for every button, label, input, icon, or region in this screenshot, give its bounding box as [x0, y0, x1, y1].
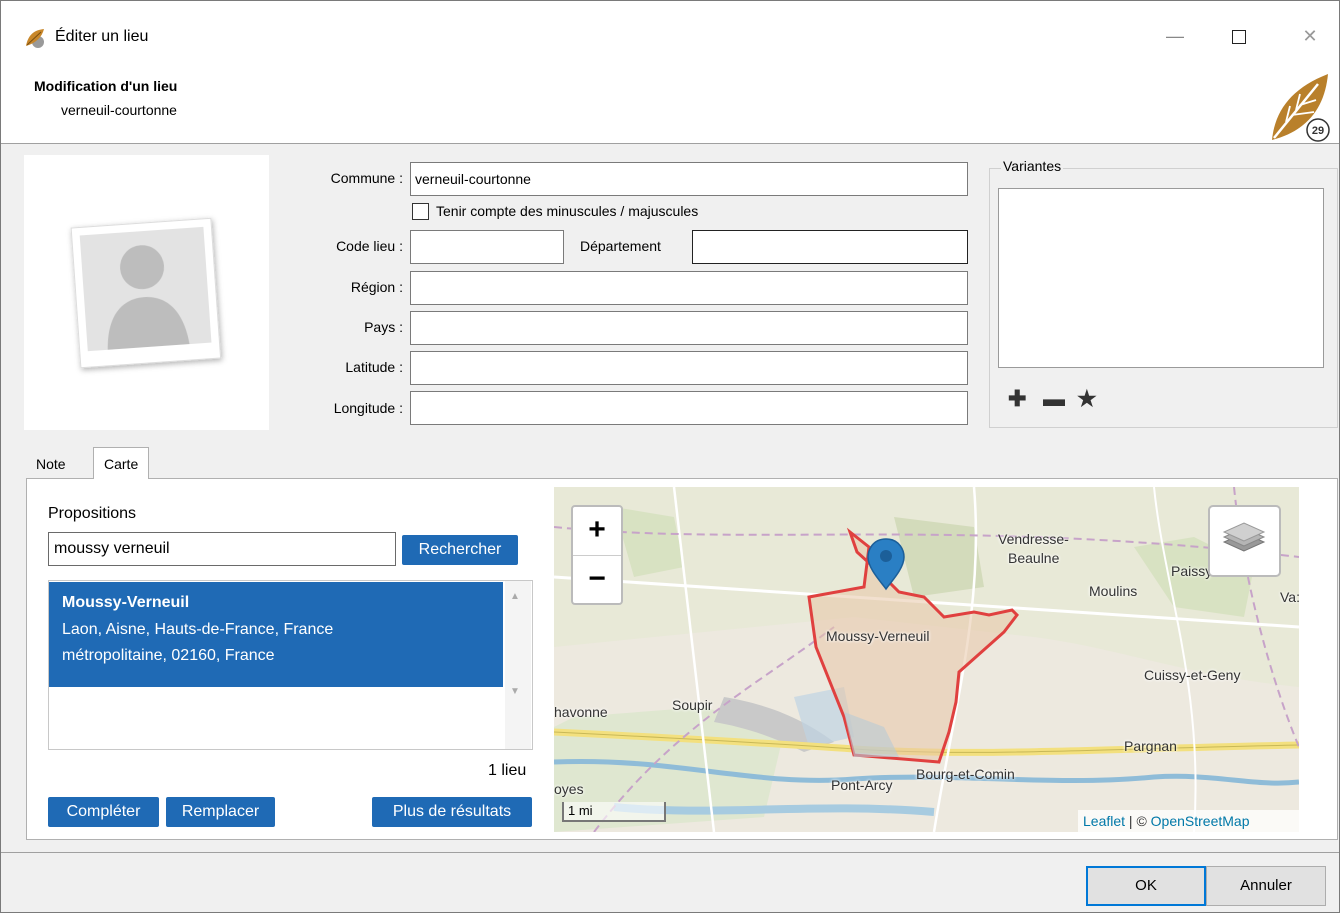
departement-field[interactable]: [692, 230, 968, 264]
results-count: 1 lieu: [488, 762, 527, 779]
search-button[interactable]: Rechercher: [402, 535, 518, 565]
map-label-pont-arcy: Pont-Arcy: [831, 777, 893, 793]
code-lieu-field[interactable]: [410, 230, 564, 264]
svg-text:29: 29: [1312, 125, 1324, 137]
cancel-button[interactable]: Annuler: [1206, 866, 1326, 906]
code-lieu-label: Code lieu :: [336, 238, 403, 254]
commune-field[interactable]: verneuil-courtonne: [410, 162, 968, 196]
case-sensitive-label: Tenir compte des minuscules / majuscules: [436, 203, 699, 219]
map-label-oyes: oyes: [554, 781, 584, 797]
commune-label: Commune :: [330, 170, 403, 186]
tab-note[interactable]: Note: [26, 451, 76, 479]
case-sensitive-checkbox[interactable]: [412, 203, 429, 220]
pays-label: Pays :: [364, 319, 403, 335]
close-icon[interactable]: ✕: [1290, 18, 1330, 54]
brand-logo: 29: [1272, 74, 1330, 142]
star-icon[interactable]: ★: [1077, 386, 1097, 412]
map-label-moulins: Moulins: [1089, 583, 1138, 599]
map-label-pargnan: Pargnan: [1124, 738, 1177, 754]
more-results-button[interactable]: Plus de résultats: [372, 797, 532, 827]
header-subtitle: verneuil-courtonne: [61, 102, 177, 118]
departement-label: Département: [580, 238, 661, 254]
pays-field[interactable]: [410, 311, 968, 345]
map-label-vas: Va:: [1280, 589, 1299, 605]
map-attribution: Leaflet | © OpenStreetMap: [1078, 810, 1299, 832]
ok-button[interactable]: OK: [1086, 866, 1206, 906]
results-scrollbar[interactable]: [505, 581, 531, 749]
region-field[interactable]: [410, 271, 968, 305]
attribution-separator: | ©: [1125, 813, 1151, 829]
propositions-label: Propositions: [48, 505, 137, 522]
footer-divider: [1, 852, 1339, 853]
avatar-placeholder-icon: [70, 217, 222, 369]
map-label-soupir: Soupir: [672, 697, 713, 713]
zoom-out-button[interactable]: −: [573, 556, 621, 604]
map-label-vendresse: Vendresse-: [998, 531, 1069, 547]
minus-icon[interactable]: ▬: [1043, 386, 1065, 412]
variantes-title: Variantes: [1001, 158, 1064, 174]
header-title: Modification d'un lieu: [34, 78, 178, 94]
layers-button[interactable]: [1208, 505, 1281, 577]
map-label-paissy: Paissy: [1171, 563, 1213, 579]
map-label-beaulne: Beaulne: [1008, 550, 1060, 566]
title-bar: [1, 1, 1339, 71]
result-address-line1: Laon, Aisne, Hauts-de-France, France: [62, 621, 334, 638]
map-label-moussy: Moussy-Verneuil: [826, 628, 930, 644]
map-view[interactable]: Vendresse- Beaulne Paissy Moulins Va: Mo…: [554, 487, 1299, 832]
scroll-down-icon[interactable]: ▼: [510, 686, 520, 697]
minimize-icon[interactable]: —: [1155, 18, 1195, 54]
app-leaf-icon: [26, 29, 44, 48]
maximize-icon[interactable]: [1219, 18, 1259, 54]
window-title: Éditer un lieu: [55, 28, 149, 45]
map-label-chavonne: havonne: [554, 704, 608, 720]
plus-icon[interactable]: ✚: [1008, 386, 1026, 412]
map-scale: 1 mi: [562, 802, 666, 822]
leaflet-link[interactable]: Leaflet: [1083, 813, 1125, 829]
map-label-cuissy: Cuissy-et-Geny: [1144, 667, 1241, 683]
variantes-list[interactable]: [998, 188, 1324, 368]
openstreetmap-link[interactable]: OpenStreetMap: [1151, 813, 1250, 829]
zoom-in-button[interactable]: +: [573, 507, 621, 555]
dialog-header: [1, 71, 1339, 144]
result-address-line2: métropolitaine, 02160, France: [62, 647, 275, 664]
map-label-bourg: Bourg-et-Comin: [916, 766, 1015, 782]
result-name: Moussy-Verneuil: [62, 594, 190, 611]
complete-button[interactable]: Compléter: [48, 797, 159, 827]
photo-panel[interactable]: [24, 155, 269, 430]
tab-carte[interactable]: Carte: [93, 447, 150, 479]
longitude-label: Longitude :: [333, 400, 403, 416]
search-input[interactable]: moussy verneuil: [48, 532, 396, 566]
latitude-label: Latitude :: [345, 359, 403, 375]
scroll-up-icon[interactable]: ▲: [510, 591, 520, 602]
list-item[interactable]: Moussy-Verneuil Laon, Aisne, Hauts-de-Fr…: [49, 582, 503, 687]
longitude-field[interactable]: [410, 391, 968, 425]
layers-icon: [1222, 522, 1266, 552]
replace-button[interactable]: Remplacer: [166, 797, 275, 827]
region-label: Région :: [350, 279, 403, 295]
latitude-field[interactable]: [410, 351, 968, 385]
